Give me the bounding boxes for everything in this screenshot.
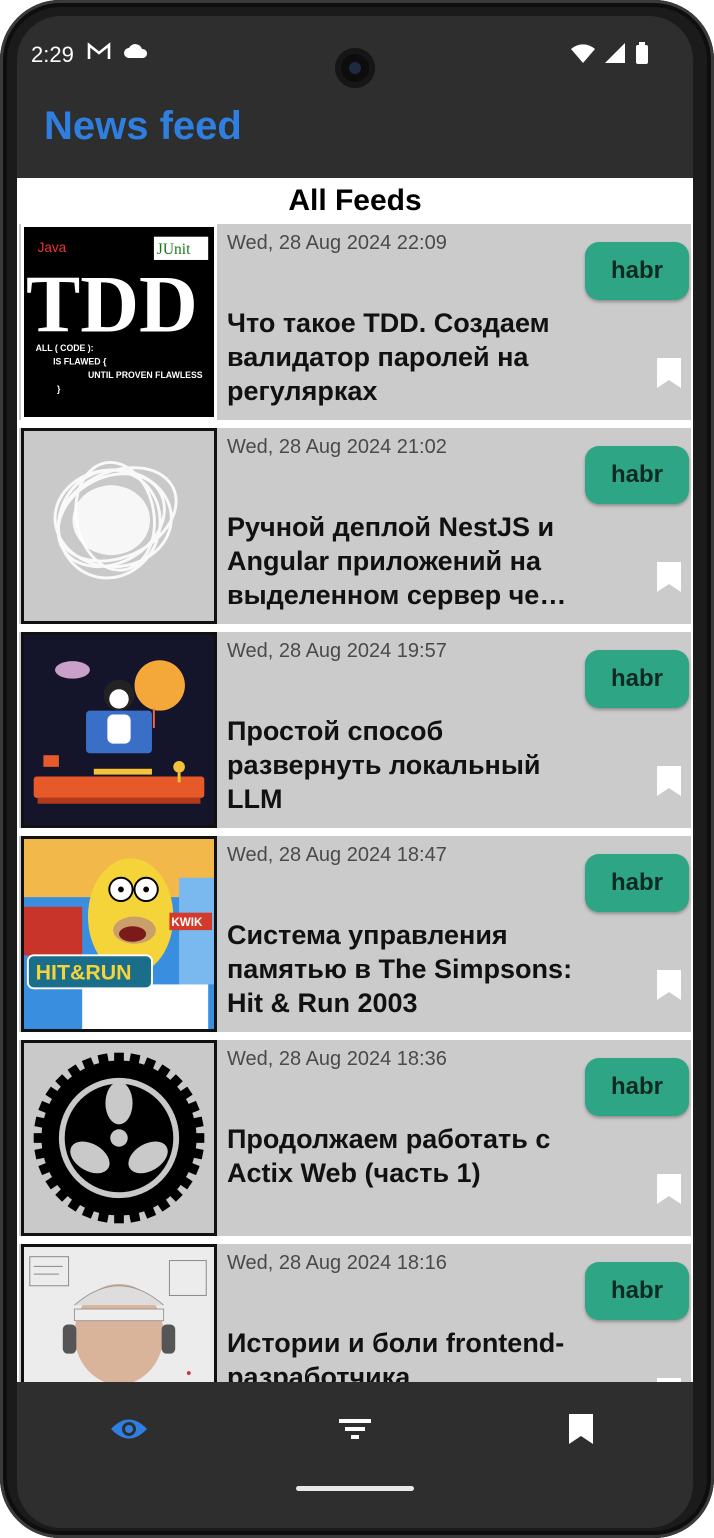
svg-text:KWIK: KWIK (171, 916, 203, 929)
article-date: Wed, 28 Aug 2024 22:09 (227, 232, 447, 254)
front-camera (335, 48, 375, 88)
battery-icon (636, 42, 648, 64)
source-badge[interactable]: habr (585, 1058, 689, 1116)
app-bar: News feed (17, 92, 693, 178)
article-title[interactable]: Истории и боли frontend-разработчика (227, 1326, 587, 1382)
app-title: News feed (44, 104, 242, 148)
feed-card[interactable]: HIT&RUN KWIK Wed, 28 Aug 2024 18:47 Сист… (19, 836, 691, 1032)
svg-text:TDD: TDD (26, 259, 198, 350)
feed-card[interactable]: Wed, 28 Aug 2024 19:57 Простой способ ра… (19, 632, 691, 828)
section-title: All Feeds (288, 184, 422, 217)
article-title[interactable]: Ручной деплой NestJS и Angular приложени… (227, 510, 587, 612)
bottom-navigation (17, 1382, 693, 1474)
source-badge[interactable]: habr (585, 242, 689, 300)
bookmark-icon (569, 1414, 593, 1444)
article-title[interactable]: Система управления памятью в The Simpson… (227, 918, 587, 1020)
wifi-icon (571, 44, 595, 63)
article-date: Wed, 28 Aug 2024 18:36 (227, 1048, 447, 1070)
actix-gear-image (24, 1043, 214, 1233)
svg-text:IS FLAWED {: IS FLAWED { (53, 357, 107, 367)
article-thumbnail: Java JUnit TDD ALL ( CODE ): IS FLAWED {… (21, 224, 217, 420)
developer-sketch-image (24, 1247, 214, 1382)
article-title[interactable]: Что такое TDD. Создаем валидатор паролей… (227, 306, 587, 408)
signal-icon (605, 43, 625, 63)
feed-card[interactable]: Wed, 28 Aug 2024 18:16 Истории и боли fr… (19, 1244, 691, 1382)
svg-text:HIT&RUN: HIT&RUN (36, 961, 132, 985)
bookmark-icon[interactable] (657, 766, 681, 796)
simpsons-image: HIT&RUN KWIK (24, 839, 214, 1029)
bookmark-icon[interactable] (657, 562, 681, 592)
article-title[interactable]: Простой способ развернуть локальный LLM (227, 714, 587, 816)
scribble-image (24, 431, 214, 621)
article-title[interactable]: Продолжаем работать с Actix Web (часть 1… (227, 1122, 587, 1190)
article-date: Wed, 28 Aug 2024 19:57 (227, 640, 447, 662)
svg-text:UNTIL PROVEN FLAWLESS: UNTIL PROVEN FLAWLESS (88, 370, 203, 380)
filter-icon (339, 1419, 371, 1439)
feed-card[interactable]: Java JUnit TDD ALL ( CODE ): IS FLAWED {… (19, 224, 691, 420)
article-date: Wed, 28 Aug 2024 18:47 (227, 844, 447, 866)
tdd-image: Java JUnit TDD ALL ( CODE ): IS FLAWED {… (24, 227, 214, 417)
source-badge[interactable]: habr (585, 650, 689, 708)
nav-all-feeds[interactable] (99, 1404, 159, 1454)
svg-text:JUnit: JUnit (157, 241, 191, 258)
article-thumbnail (21, 632, 217, 828)
bookmark-icon[interactable] (657, 1174, 681, 1204)
source-badge[interactable]: habr (585, 446, 689, 504)
article-date: Wed, 28 Aug 2024 18:16 (227, 1252, 447, 1274)
article-thumbnail (21, 428, 217, 624)
svg-text:ALL ( CODE ):: ALL ( CODE ): (36, 343, 94, 353)
bookmark-icon[interactable] (657, 970, 681, 1000)
gmail-icon (87, 42, 111, 59)
eye-icon (111, 1419, 147, 1439)
status-time: 2:29 (31, 42, 74, 67)
cloud-icon (124, 44, 148, 58)
article-date: Wed, 28 Aug 2024 21:02 (227, 436, 447, 458)
svg-text:}: } (57, 384, 61, 394)
article-thumbnail (21, 1040, 217, 1236)
nav-filter[interactable] (325, 1404, 385, 1454)
screen: 2:29 News feed All Feeds Java JUnit TDD … (17, 16, 693, 1528)
feed-card[interactable]: Wed, 28 Aug 2024 21:02 Ручной деплой Nes… (19, 428, 691, 624)
article-thumbnail (21, 1244, 217, 1382)
svg-text:Java: Java (38, 240, 67, 255)
home-indicator[interactable] (296, 1486, 414, 1491)
feed-card[interactable]: Wed, 28 Aug 2024 18:36 Продолжаем работа… (19, 1040, 691, 1236)
bookmark-icon[interactable] (657, 358, 681, 388)
source-badge[interactable]: habr (585, 1262, 689, 1320)
octocat-image (24, 635, 214, 825)
nav-bookmarks[interactable] (551, 1404, 611, 1454)
source-badge[interactable]: habr (585, 854, 689, 912)
feed-list[interactable]: All Feeds Java JUnit TDD ALL ( CODE ): I… (17, 178, 693, 1382)
article-thumbnail: HIT&RUN KWIK (21, 836, 217, 1032)
